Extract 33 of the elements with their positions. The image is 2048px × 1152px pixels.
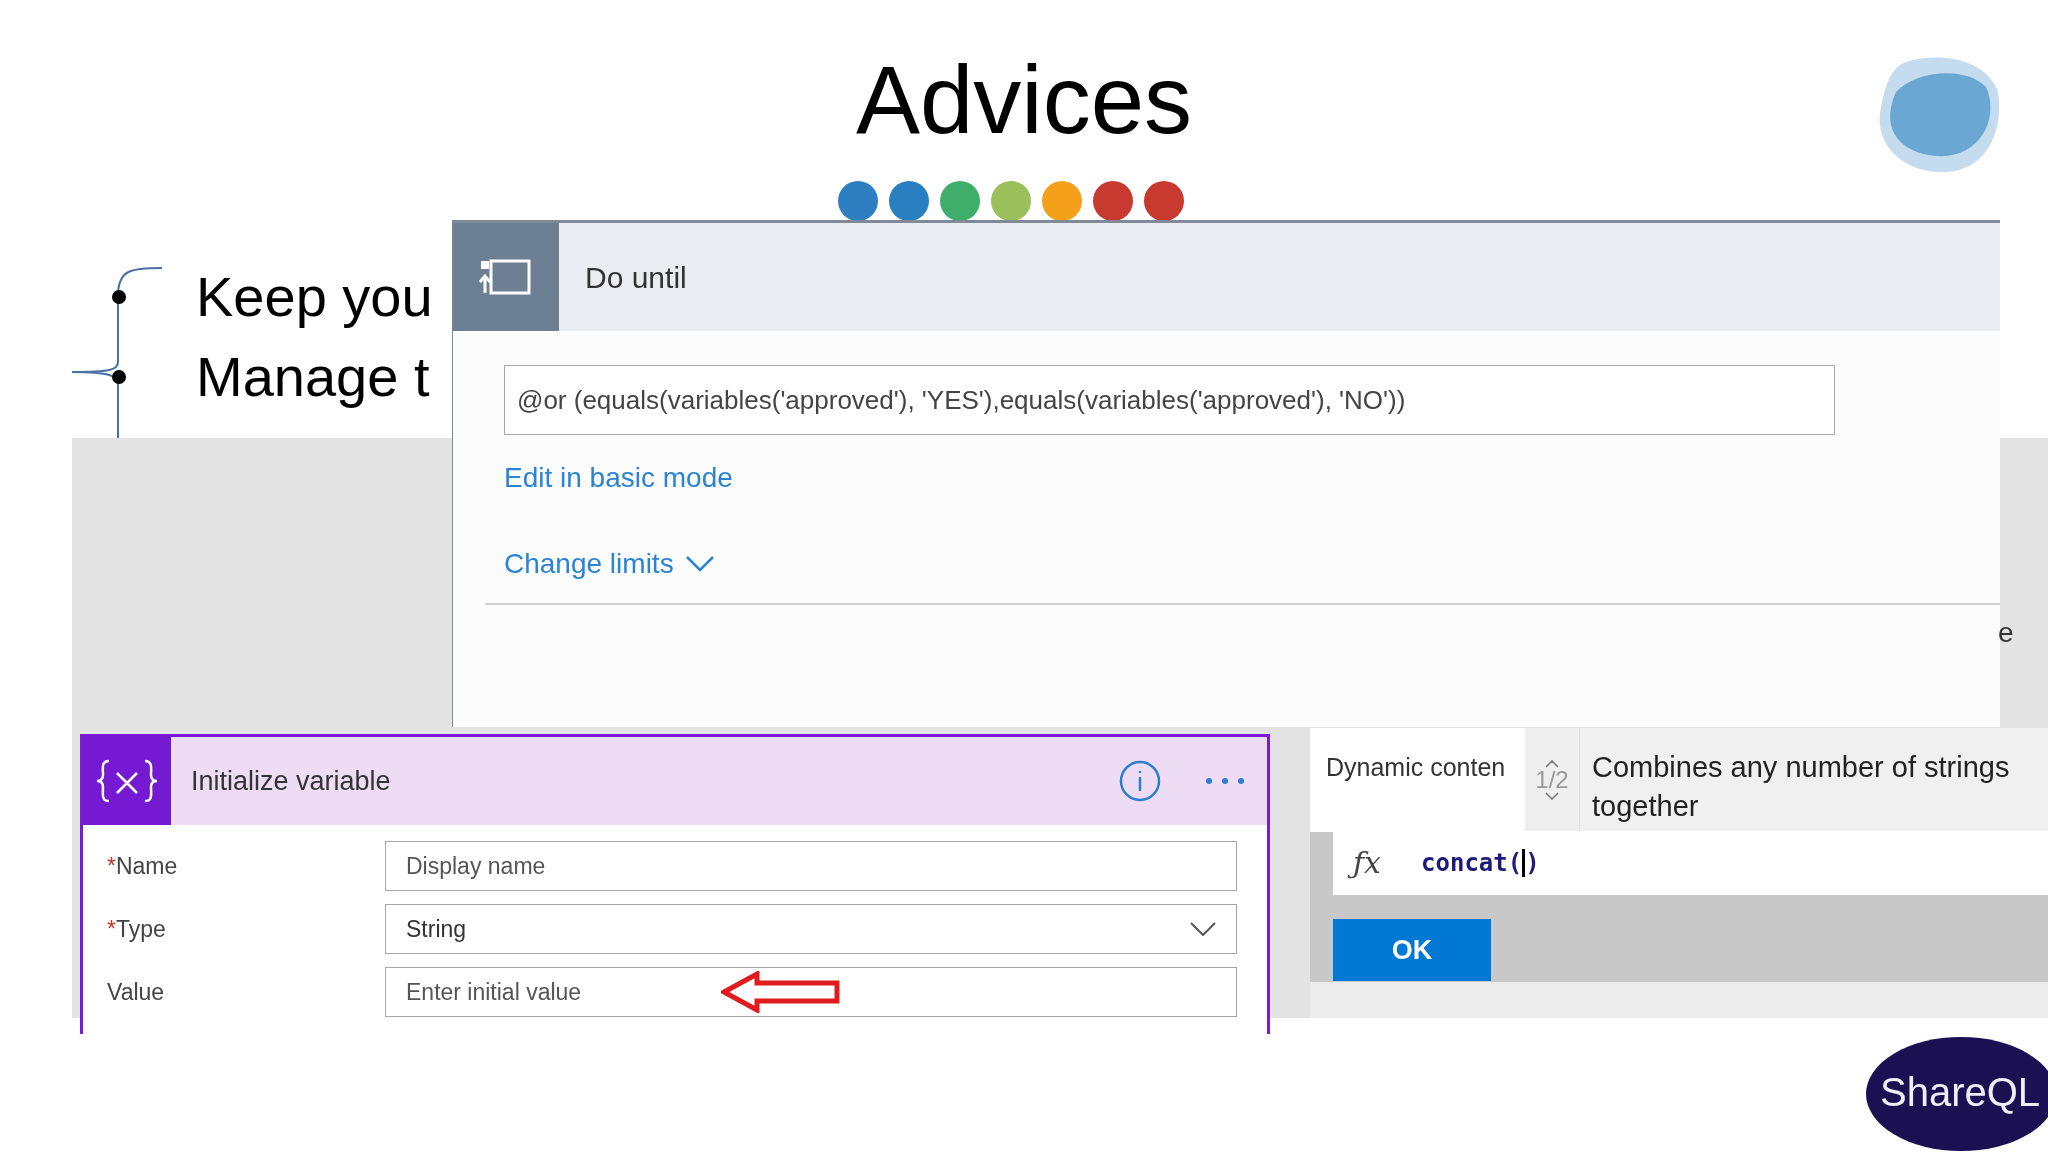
card-title: Initialize variable xyxy=(191,764,392,798)
field-label: *Name xyxy=(107,851,179,881)
variable-icon xyxy=(83,737,171,825)
info-icon[interactable] xyxy=(1119,760,1161,802)
loop-icon xyxy=(479,257,533,297)
bullet-text: Keep you xyxy=(196,264,433,330)
card-title: Do until xyxy=(585,259,687,296)
chevron-down-icon xyxy=(685,556,714,572)
dynamic-content-tab[interactable]: Dynamic conten xyxy=(1310,728,1525,832)
field-label: Value xyxy=(107,977,166,1007)
field-label: *Type xyxy=(107,914,167,944)
chevron-down-icon[interactable] xyxy=(1545,792,1559,800)
ok-button[interactable]: OK xyxy=(1333,919,1491,981)
bullet-icon xyxy=(112,370,126,384)
text-field[interactable]: Display name xyxy=(385,841,1237,891)
chevron-up-icon[interactable] xyxy=(1545,760,1559,768)
type-dropdown[interactable]: String xyxy=(385,904,1237,954)
formula-text: concat() xyxy=(1421,848,1540,879)
edit-basic-mode-link[interactable]: Edit in basic mode xyxy=(504,457,733,499)
function-description: Combines any number of strings together xyxy=(1592,751,2010,822)
bullet-icon xyxy=(112,290,126,304)
more-icon[interactable] xyxy=(1205,777,1245,785)
shareql-logo: ShareQL xyxy=(1880,1072,2041,1112)
text-field[interactable]: Enter initial value xyxy=(385,967,1237,1017)
change-limits-button[interactable]: Change limits xyxy=(504,543,714,585)
page-counter: 1/2 xyxy=(1535,768,1569,792)
formula-field[interactable]: ƒx concat() xyxy=(1333,831,2048,895)
fx-icon: ƒx xyxy=(1349,843,1386,883)
bullet-text: Manage t xyxy=(196,344,430,410)
partial-text: e xyxy=(1998,616,2014,650)
chevron-down-icon xyxy=(1190,922,1216,936)
slide-title: Advices xyxy=(855,52,1193,148)
expression-field[interactable]: @or (equals(variables('approved'), 'YES'),equals(variables('approved'), 'NO')) xyxy=(504,365,1835,435)
